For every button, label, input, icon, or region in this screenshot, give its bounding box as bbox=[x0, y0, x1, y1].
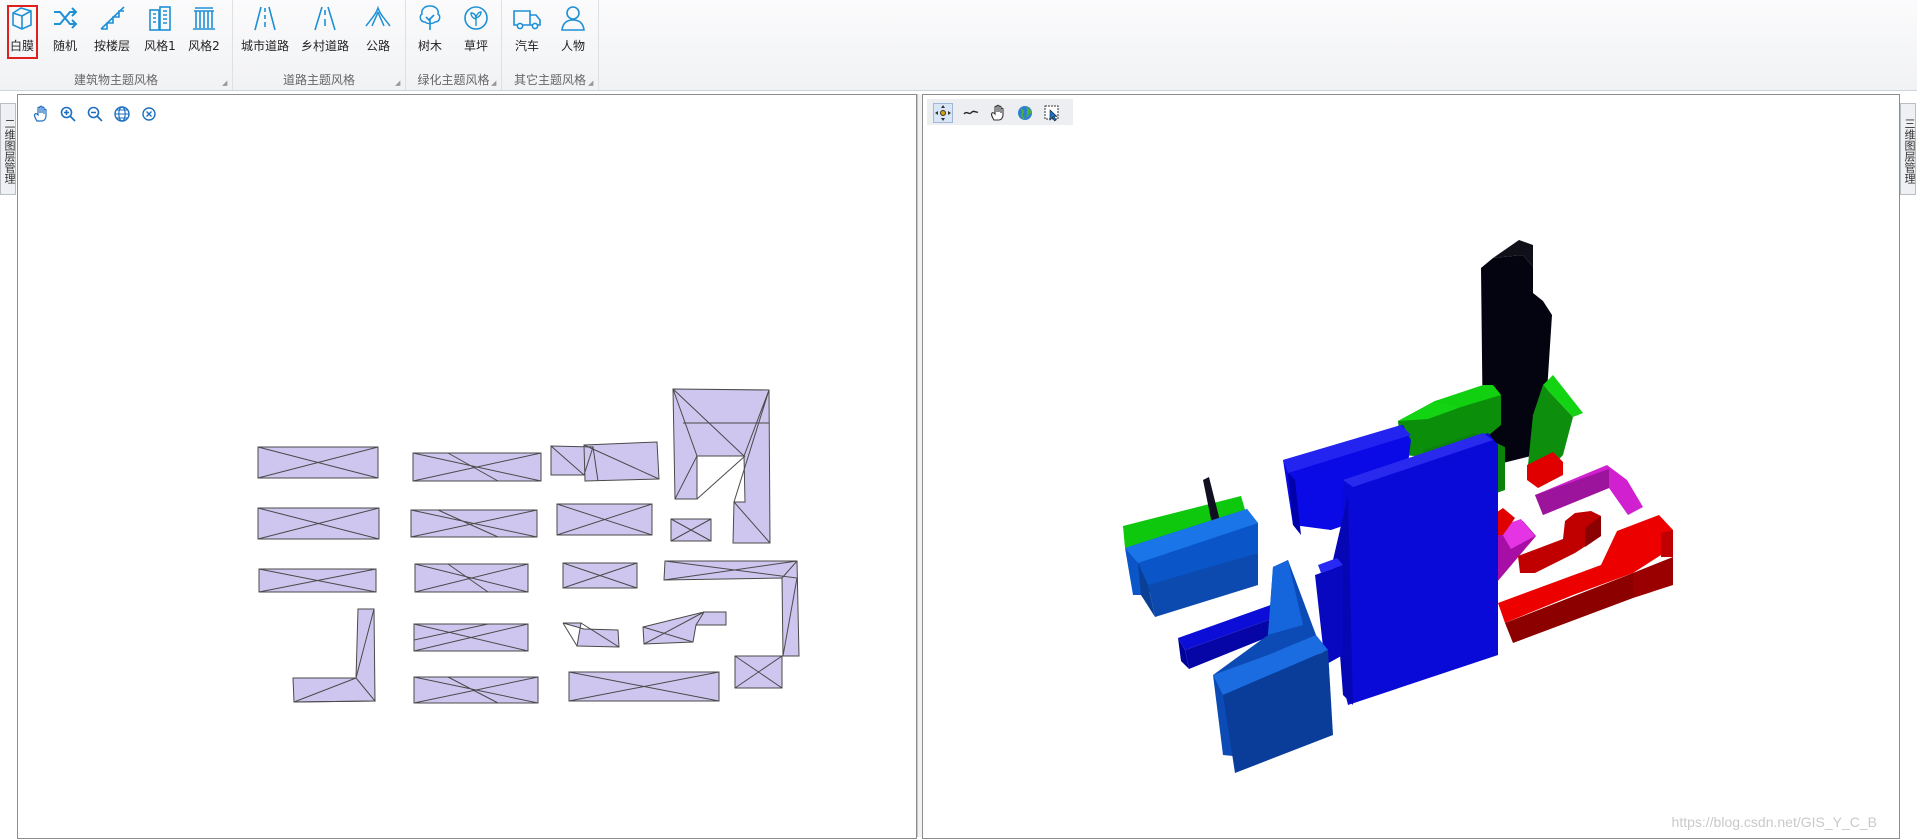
city-road-icon bbox=[248, 2, 282, 34]
person-icon bbox=[556, 2, 590, 34]
tree-button[interactable]: 树木 bbox=[409, 2, 451, 58]
lawn-button[interactable]: 草坪 bbox=[455, 2, 497, 58]
rural-road-icon bbox=[308, 2, 342, 34]
building-footprint[interactable] bbox=[292, 608, 377, 703]
building-footprint[interactable] bbox=[414, 563, 529, 593]
scene-3d-view[interactable]: https://blog.csdn.net/GIS_Y_C_B bbox=[922, 94, 1900, 839]
building-footprints-2d bbox=[257, 388, 800, 704]
building-footprint[interactable] bbox=[734, 655, 783, 689]
road-style-group: 城市道路 乡村道路 公路 道路主题风格 ◢ bbox=[233, 0, 406, 90]
style2-button[interactable]: 风格2 bbox=[184, 2, 224, 58]
group-label: 建筑物主题风格 bbox=[73, 73, 158, 87]
building-icon bbox=[143, 2, 177, 34]
building-footprint[interactable] bbox=[550, 441, 660, 482]
column-building-icon bbox=[187, 2, 221, 34]
random-button[interactable]: 随机 bbox=[46, 2, 84, 58]
building-footprint[interactable] bbox=[413, 623, 529, 652]
tree-icon bbox=[413, 2, 447, 34]
building-footprint[interactable] bbox=[562, 622, 620, 648]
greening-style-group: 树木 草坪 绿化主题风格 ◢ bbox=[406, 0, 502, 90]
style1-button[interactable]: 风格1 bbox=[140, 2, 180, 58]
rural-road-button[interactable]: 乡村道路 bbox=[297, 2, 353, 58]
highway-icon bbox=[361, 2, 395, 34]
dialog-launcher-icon[interactable]: ◢ bbox=[395, 80, 402, 87]
shuffle-icon bbox=[48, 2, 82, 34]
highway-button[interactable]: 公路 bbox=[357, 2, 399, 58]
dialog-launcher-icon[interactable]: ◢ bbox=[222, 80, 229, 87]
building-footprint[interactable] bbox=[413, 676, 539, 704]
car-button[interactable]: 汽车 bbox=[505, 2, 549, 58]
lawn-icon bbox=[459, 2, 493, 34]
building-footprint[interactable] bbox=[568, 671, 720, 702]
group-label: 绿化主题风格 bbox=[417, 73, 490, 87]
building-footprint[interactable] bbox=[258, 568, 377, 593]
building-footprint[interactable] bbox=[562, 562, 638, 589]
building-footprint[interactable] bbox=[257, 446, 379, 479]
buildings-3d-scene bbox=[1123, 240, 1673, 773]
building-footprint[interactable] bbox=[556, 503, 653, 536]
building-footprint[interactable] bbox=[412, 452, 542, 482]
3d-layer-manager-tab[interactable]: 三维图层管理 bbox=[1900, 103, 1916, 195]
other-style-group: 汽车 人物 其它主题风格 ◢ bbox=[502, 0, 599, 90]
truck-icon bbox=[510, 2, 544, 34]
dialog-launcher-icon[interactable]: ◢ bbox=[491, 80, 498, 87]
ribbon-toolbar: 白膜 随机 按楼层 风格1 风格2 建筑物主题风格 ◢ 城市道路 乡村道路 公路… bbox=[0, 0, 1917, 91]
city-road-button[interactable]: 城市道路 bbox=[237, 2, 293, 58]
2d-layer-manager-tab[interactable]: 二维图层管理 bbox=[0, 103, 16, 195]
stairs-icon bbox=[95, 2, 129, 34]
building-footprint[interactable] bbox=[670, 518, 712, 542]
dialog-launcher-icon[interactable]: ◢ bbox=[588, 80, 595, 87]
building-style-group: 白膜 随机 按楼层 风格1 风格2 建筑物主题风格 ◢ bbox=[0, 0, 233, 90]
building-footprint[interactable] bbox=[410, 509, 538, 538]
building-footprint[interactable] bbox=[642, 611, 727, 645]
building-footprint[interactable] bbox=[257, 507, 380, 540]
map-2d-view[interactable] bbox=[17, 94, 917, 839]
person-button[interactable]: 人物 bbox=[552, 2, 594, 58]
selected-indicator bbox=[7, 5, 38, 59]
by-floor-button[interactable]: 按楼层 bbox=[90, 2, 134, 58]
watermark-text: https://blog.csdn.net/GIS_Y_C_B bbox=[1671, 814, 1877, 830]
group-label: 其它主题风格 bbox=[513, 73, 586, 87]
group-label: 道路主题风格 bbox=[282, 73, 355, 87]
